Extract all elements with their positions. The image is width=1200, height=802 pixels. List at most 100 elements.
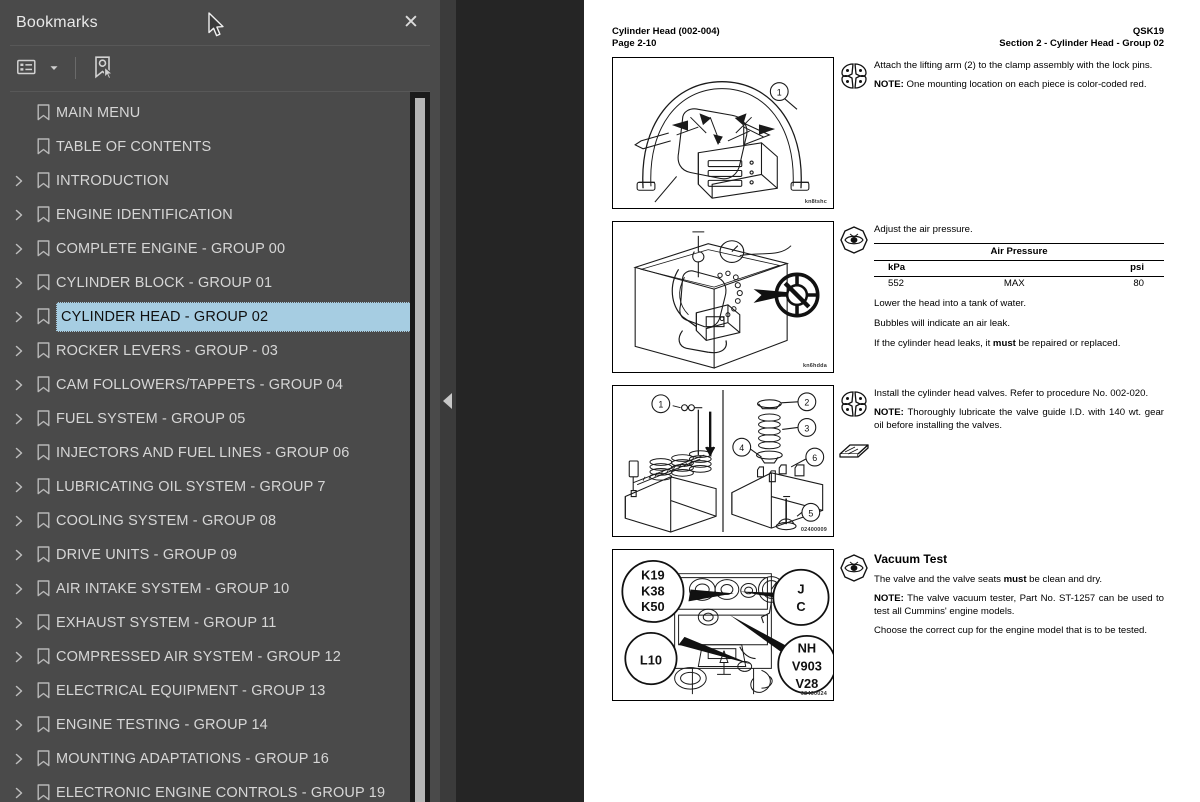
chevron-down-icon[interactable]	[46, 53, 62, 83]
bookmark-icon	[30, 376, 56, 393]
chevron-right-icon[interactable]	[8, 617, 30, 629]
chevron-right-icon[interactable]	[8, 243, 30, 255]
scrollbar-thumb[interactable]	[415, 97, 425, 802]
bookmark-icon	[30, 444, 56, 461]
cell-kpa-value: 552	[888, 277, 905, 289]
bookmark-icon	[30, 206, 56, 223]
table-header-psi: psi	[1049, 260, 1164, 277]
instruction-body: Install the cylinder head valves. Refer …	[874, 387, 1149, 399]
bookmark-item[interactable]: DRIVE UNITS - GROUP 09	[0, 538, 440, 572]
panel-title: Bookmarks	[16, 13, 98, 31]
bookmark-item[interactable]: FUEL SYSTEM - GROUP 05	[0, 402, 440, 436]
chevron-right-icon[interactable]	[8, 379, 30, 391]
chevron-right-icon[interactable]	[8, 549, 30, 561]
bookmark-item[interactable]: ENGINE TESTING - GROUP 14	[0, 708, 440, 742]
bookmark-label: INTRODUCTION	[56, 172, 169, 189]
instruction-body: The valve and the valve seats must be cl…	[874, 573, 1103, 585]
figure-caption: 02400009	[800, 526, 827, 533]
symbol-eye-inspect-icon	[834, 221, 874, 255]
bookmark-item[interactable]: TABLE OF CONTENTS	[0, 130, 440, 164]
bookmark-icon	[30, 274, 56, 291]
bookmark-item[interactable]: INJECTORS AND FUEL LINES - GROUP 06	[0, 436, 440, 470]
bookmark-item[interactable]: ELECTRICAL EQUIPMENT - GROUP 13	[0, 674, 440, 708]
page-header-section: Section 2 - Cylinder Head - Group 02	[999, 38, 1164, 50]
chevron-right-icon[interactable]	[8, 719, 30, 731]
bookmark-icon	[30, 104, 56, 121]
wheel-segments-icon	[841, 391, 867, 417]
svg-text:V903: V903	[792, 658, 822, 673]
note-label: NOTE:	[874, 593, 904, 605]
bookmark-item[interactable]: MAIN MENU	[0, 96, 440, 130]
bookmark-icon	[30, 648, 56, 665]
bookmark-icon	[30, 240, 56, 257]
bookmark-item[interactable]: ELECTRONIC ENGINE CONTROLS - GROUP 19	[0, 776, 440, 802]
close-icon[interactable]: ✕	[396, 8, 426, 38]
chevron-right-icon[interactable]	[8, 515, 30, 527]
bookmark-item[interactable]: CAM FOLLOWERS/TAPPETS - GROUP 04	[0, 368, 440, 402]
bookmark-item[interactable]: MOUNTING ADAPTATIONS - GROUP 16	[0, 742, 440, 776]
chevron-right-icon[interactable]	[8, 753, 30, 765]
chevron-right-icon[interactable]	[8, 685, 30, 697]
chevron-right-icon[interactable]	[8, 175, 30, 187]
bookmark-item[interactable]: CYLINDER HEAD - GROUP 02	[0, 300, 440, 334]
bookmarks-scrollbar[interactable]	[410, 91, 430, 802]
chevron-right-icon[interactable]	[8, 583, 30, 595]
bookmark-label: LUBRICATING OIL SYSTEM - GROUP 7	[56, 478, 326, 495]
chevron-right-icon[interactable]	[8, 277, 30, 289]
symbol-group	[834, 385, 874, 461]
bookmark-icon	[30, 750, 56, 767]
page-header: Cylinder Head (002-004) Page 2-10 QSK19 …	[612, 26, 1164, 51]
svg-text:C: C	[796, 599, 805, 614]
chevron-right-icon[interactable]	[8, 787, 30, 799]
bookmark-icon	[30, 682, 56, 699]
bookmark-item[interactable]: COOLING SYSTEM - GROUP 08	[0, 504, 440, 538]
bookmark-icon	[30, 580, 56, 597]
bookmark-icon	[30, 614, 56, 631]
bookmark-item[interactable]: LUBRICATING OIL SYSTEM - GROUP 7	[0, 470, 440, 504]
bookmark-item[interactable]: CYLINDER BLOCK - GROUP 01	[0, 266, 440, 300]
document-page: Cylinder Head (002-004) Page 2-10 QSK19 …	[584, 0, 1200, 802]
page-header-title: Cylinder Head (002-004)	[612, 26, 720, 37]
chevron-right-icon[interactable]	[8, 481, 30, 493]
bookmark-item[interactable]: INTRODUCTION	[0, 164, 440, 198]
bookmark-item[interactable]: EXHAUST SYSTEM - GROUP 11	[0, 606, 440, 640]
bookmark-label: ENGINE IDENTIFICATION	[56, 206, 233, 223]
chevron-right-icon[interactable]	[8, 209, 30, 221]
list-options-button[interactable]	[14, 53, 42, 83]
bookmark-label: COMPLETE ENGINE - GROUP 00	[56, 240, 286, 257]
figure-water-tank-test: kn6hdda	[612, 220, 834, 373]
bookmark-item[interactable]: ENGINE IDENTIFICATION	[0, 198, 440, 232]
panel-splitter[interactable]	[440, 0, 456, 802]
symbol-eye-inspect-icon	[834, 549, 874, 583]
svg-text:J: J	[797, 581, 804, 596]
bookmark-label: EXHAUST SYSTEM - GROUP 11	[56, 614, 277, 631]
collapse-panel-icon[interactable]	[443, 393, 452, 409]
page-header-model: QSK19	[1132, 26, 1164, 37]
figure-caption: kn8tshc	[804, 198, 827, 205]
bookmarks-scroll-region: MAIN MENU TABLE OF CONTENTS INTRODUCTION EN…	[0, 91, 440, 802]
chevron-right-icon[interactable]	[8, 651, 30, 663]
svg-text:3: 3	[804, 423, 809, 433]
bookmark-item[interactable]: COMPRESSED AIR SYSTEM - GROUP 12	[0, 640, 440, 674]
chevron-right-icon[interactable]	[8, 345, 30, 357]
bookmark-icon	[30, 172, 56, 189]
page-header-page-number: Page 2-10	[612, 38, 657, 50]
air-pressure-table: Air Pressure kPa psi 552 MAX 80	[874, 243, 1164, 291]
bookmark-item[interactable]: COMPLETE ENGINE - GROUP 00	[0, 232, 440, 266]
bookmark-item[interactable]: ROCKER LEVERS - GROUP - 03	[0, 334, 440, 368]
bookmark-label: MAIN MENU	[56, 104, 141, 121]
bookmarks-list: MAIN MENU TABLE OF CONTENTS INTRODUCTION EN…	[0, 96, 440, 802]
bookmarks-panel: Bookmarks ✕ MAIN MENU TABLE OF CONTENTS …	[0, 0, 440, 802]
note-text: One mounting location on each piece is c…	[906, 79, 1147, 91]
bookmark-label: CYLINDER BLOCK - GROUP 01	[56, 274, 273, 291]
instruction-line-2: Bubbles will indicate an air leak.	[874, 317, 1010, 329]
chevron-right-icon[interactable]	[8, 447, 30, 459]
document-viewport[interactable]: Cylinder Head (002-004) Page 2-10 QSK19 …	[456, 0, 1200, 802]
chevron-right-icon[interactable]	[8, 413, 30, 425]
bookmark-label: COMPRESSED AIR SYSTEM - GROUP 12	[56, 648, 341, 665]
chevron-right-icon[interactable]	[8, 311, 30, 323]
content-block: kn6hdda Adjust the air pressure. Air Pre…	[612, 220, 1164, 373]
instruction-line-2: Choose the correct cup for the engine mo…	[874, 625, 1148, 637]
new-bookmark-icon[interactable]	[89, 53, 119, 83]
bookmark-item[interactable]: AIR INTAKE SYSTEM - GROUP 10	[0, 572, 440, 606]
